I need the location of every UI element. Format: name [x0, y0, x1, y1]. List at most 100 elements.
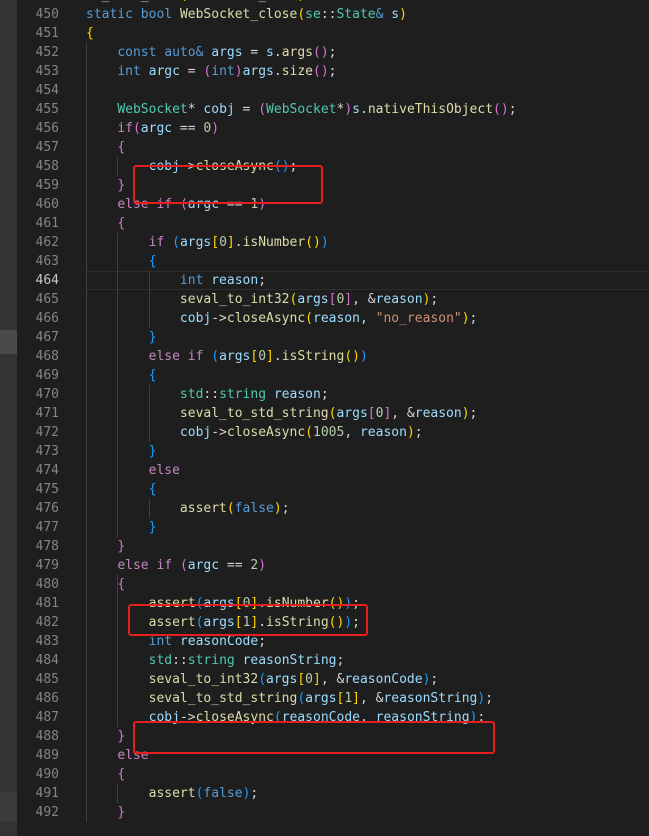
line-number: 477 [35, 520, 59, 535]
line-text: } [86, 803, 125, 822]
code-token: WebSocket [266, 102, 337, 117]
line-number: 476 [35, 501, 59, 516]
code-token: * [187, 102, 204, 117]
line-text: { [86, 252, 157, 271]
indent-guide [117, 157, 118, 176]
code-line[interactable]: 478 } [17, 537, 649, 556]
code-line[interactable]: 486 seval_to_std_string(args[1], &reason… [17, 689, 649, 708]
code-line[interactable]: 476 assert(false); [17, 499, 649, 518]
line-text: std::string reason; [86, 385, 329, 404]
code-token: ; [250, 786, 259, 801]
code-token: ) [406, 425, 415, 440]
code-line[interactable]: 460 else if (argc == 1) [17, 195, 649, 214]
line-number: 486 [35, 691, 59, 706]
line-number: 480 [35, 577, 59, 592]
code-line[interactable]: 474 else [17, 461, 649, 480]
code-token: assert [179, 501, 227, 516]
line-number: 456 [35, 121, 59, 136]
code-token: 1005 [313, 425, 345, 440]
code-line[interactable]: 453 int argc = (int)args.size(); [17, 62, 649, 81]
code-token: reasonString [383, 691, 478, 706]
code-token: ( [258, 672, 267, 687]
code-line[interactable]: 490 { [17, 765, 649, 784]
activity-bar-scroll-region[interactable] [0, 792, 17, 822]
code-token: . [273, 349, 282, 364]
code-line[interactable]: 457 { [17, 138, 649, 157]
code-line[interactable]: 477 } [17, 518, 649, 537]
code-line[interactable]: 454 [17, 81, 649, 100]
code-token: ) [359, 349, 368, 364]
code-line[interactable]: 458 cobj->closeAsync(); [17, 157, 649, 176]
annotation-box [133, 721, 495, 754]
code-token: args [297, 292, 329, 307]
code-token: ) [320, 235, 329, 250]
line-number: 471 [35, 406, 59, 421]
code-token: ) [461, 406, 470, 421]
line-text: { [86, 480, 157, 499]
code-token: == [172, 121, 204, 136]
code-line[interactable]: 464 int reason; [17, 271, 649, 290]
code-token: string [219, 387, 267, 402]
code-token: ; [336, 653, 345, 668]
code-line[interactable]: 451 { [17, 24, 649, 43]
line-number: 467 [35, 330, 59, 345]
code-line[interactable]: 462 if (args[0].isNumber()) [17, 233, 649, 252]
code-line[interactable]: 473 } [17, 442, 649, 461]
line-text: seval_to_std_string(args[0], &reason); [86, 404, 477, 423]
code-token: ; [485, 691, 494, 706]
line-text: cobj->closeAsync(reason, "no_reason"); [86, 309, 477, 328]
code-token: , & [352, 292, 376, 307]
line-text: { [86, 366, 157, 385]
code-line[interactable]: 479 else if (argc == 2) [17, 556, 649, 575]
code-line[interactable]: 450 static bool WebSocket_close(se::State… [17, 5, 649, 24]
code-token: } [117, 178, 126, 193]
code-token: , [359, 311, 376, 326]
line-number: 458 [35, 159, 59, 174]
code-line[interactable]: 469 { [17, 366, 649, 385]
code-line[interactable]: 472 cobj->closeAsync(1005, reason); [17, 423, 649, 442]
code-line[interactable]: 491 assert(false); [17, 784, 649, 803]
code-token: args [219, 349, 251, 364]
code-line[interactable]: 480 { [17, 575, 649, 594]
code-editor[interactable]: 449se_bind_func(WebSocket_send)450static… [17, 0, 649, 836]
code-line[interactable]: 455 WebSocket* cobj = (WebSocket*)s.nati… [17, 100, 649, 119]
code-line[interactable]: 467 } [17, 328, 649, 347]
code-line[interactable]: 466 cobj->closeAsync(reason, "no_reason"… [17, 309, 649, 328]
code-token: ( [179, 558, 188, 573]
code-token: WebSocket_send [188, 0, 298, 3]
code-line[interactable]: 485 seval_to_int32(args[0], &reasonCode)… [17, 670, 649, 689]
code-token: cobj [203, 102, 235, 117]
code-token: ] [344, 292, 353, 307]
code-line[interactable]: 468 else if (args[0].isString()) [17, 347, 649, 366]
code-line[interactable]: 459 } [17, 176, 649, 195]
code-token: ( [180, 0, 188, 3]
line-number: 473 [35, 444, 59, 459]
line-text: if(argc == 0) [86, 119, 219, 138]
code-token: } [148, 520, 157, 535]
code-token: 0 [219, 235, 227, 250]
code-line[interactable]: 463 { [17, 252, 649, 271]
code-token: std [148, 653, 173, 668]
code-line[interactable]: 465 seval_to_int32(args[0], &reason); [17, 290, 649, 309]
code-line[interactable]: 456 if(argc == 0) [17, 119, 649, 138]
code-line[interactable]: 461 { [17, 214, 649, 233]
code-line[interactable]: 471 seval_to_std_string(args[0], &reason… [17, 404, 649, 423]
code-token: reason [211, 273, 259, 288]
code-token: reason [273, 387, 321, 402]
code-line[interactable]: 452 const auto& args = s.args(); [17, 43, 649, 62]
indent-guide [149, 271, 150, 328]
code-token: { [148, 482, 157, 497]
code-token: cobj [179, 425, 212, 440]
code-line[interactable]: 470 std::string reason; [17, 385, 649, 404]
line-text: else [86, 461, 180, 480]
code-line[interactable]: 492 } [17, 803, 649, 822]
code-line[interactable]: 484 std::string reasonString; [17, 651, 649, 670]
code-token: { [117, 767, 126, 782]
indent-guide [149, 385, 150, 442]
code-line[interactable]: 475 { [17, 480, 649, 499]
code-token: ( [305, 425, 313, 440]
